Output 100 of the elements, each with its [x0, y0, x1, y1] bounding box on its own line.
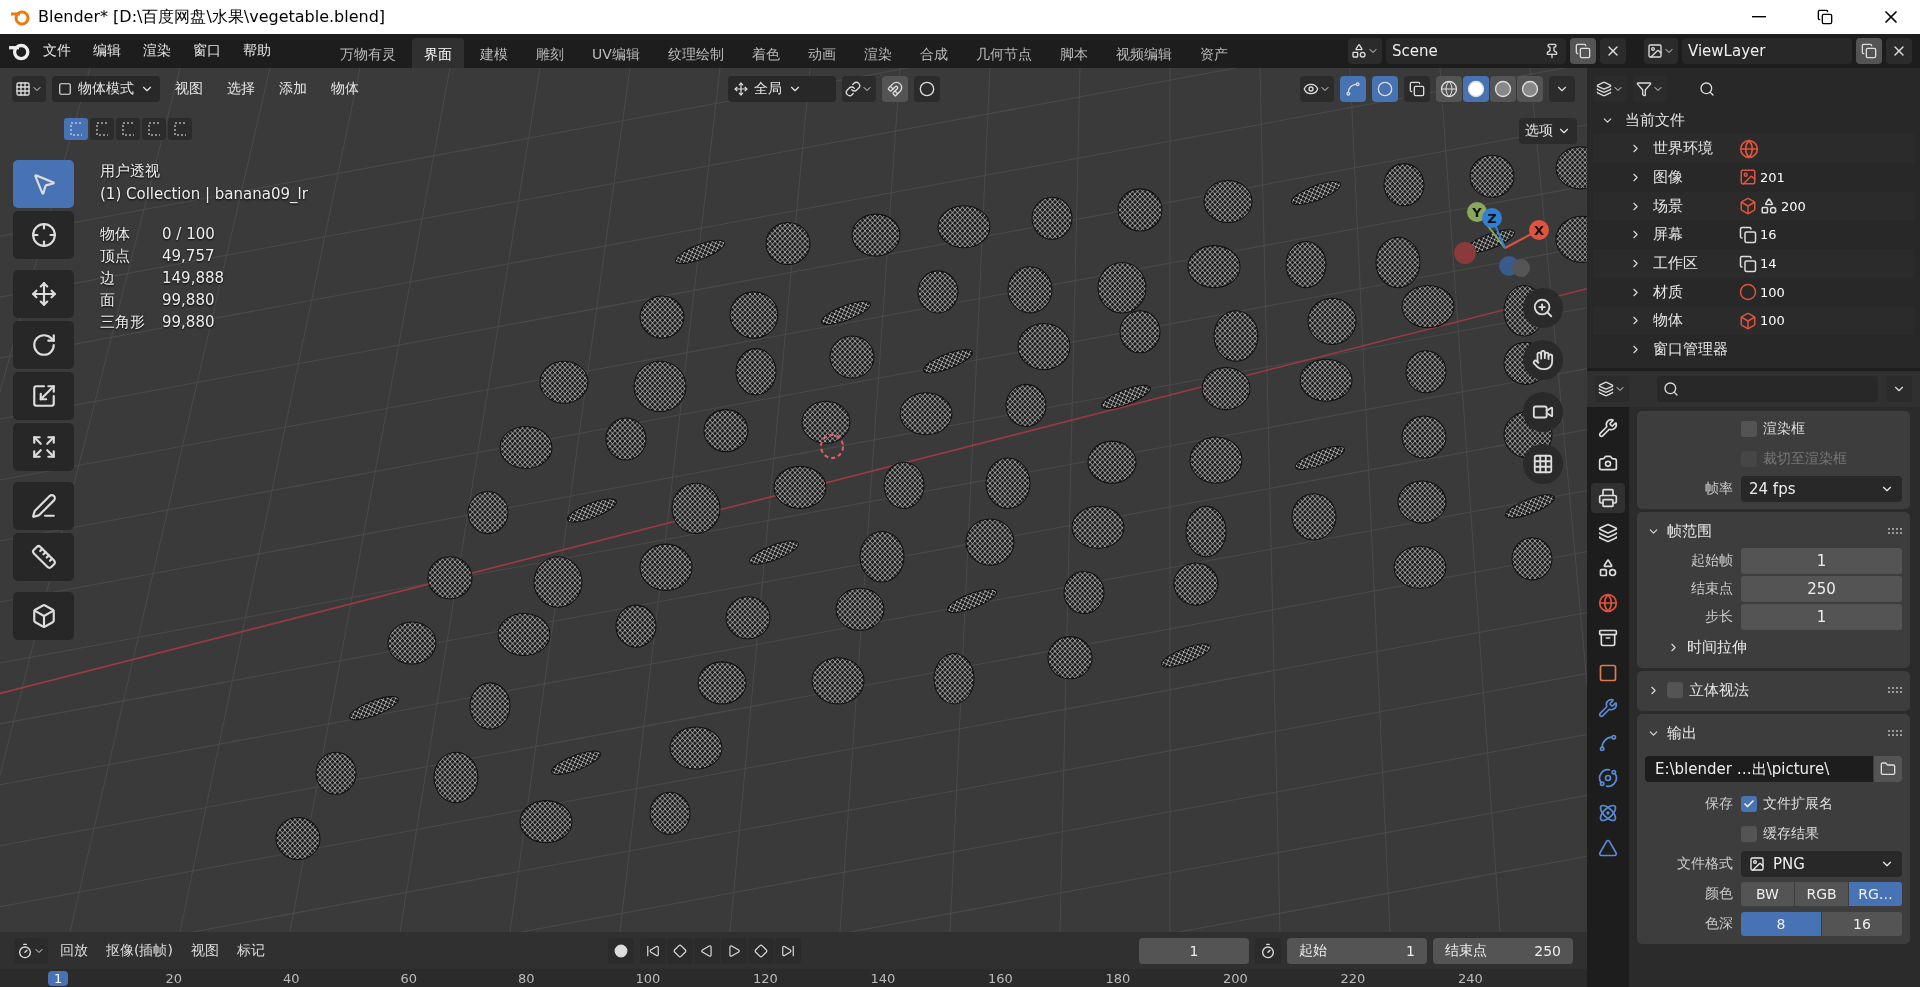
current-frame-field[interactable]: 1 [1139, 937, 1249, 964]
tree-item[interactable]: 工作区 [1653, 254, 1729, 273]
menu-item[interactable]: 文件 [34, 38, 80, 64]
workspace-tab[interactable]: 脚本 [1047, 38, 1100, 68]
menu-item[interactable]: 视图 [166, 76, 212, 102]
tree-item[interactable]: 图像 [1653, 167, 1729, 187]
color-mode-button[interactable]: BW [1741, 882, 1794, 906]
tool-button[interactable] [13, 270, 74, 318]
prev-key-button[interactable] [667, 937, 694, 964]
play-reverse-button[interactable] [694, 937, 721, 964]
shading-button[interactable] [1517, 76, 1543, 102]
subpanel-title[interactable]: 时间拉伸 [1687, 637, 1902, 657]
properties-tab[interactable] [1591, 483, 1625, 513]
workspace-tab[interactable]: 雕刻 [524, 38, 576, 68]
new-view-layer-button[interactable] [1856, 38, 1882, 64]
color-depth-button[interactable]: 8 [1741, 912, 1821, 936]
tree-item[interactable]: 场景 [1653, 196, 1729, 216]
drag-handle-icon[interactable] [1888, 687, 1902, 693]
menu-item[interactable]: 选择 [218, 76, 264, 102]
snap-button[interactable] [882, 76, 908, 102]
camera-view-button[interactable] [1523, 392, 1563, 432]
tree-item[interactable]: 屏幕 [1653, 225, 1729, 245]
workspace-tab[interactable]: 界面 [412, 38, 464, 68]
frame-rate-dropdown[interactable]: 24 fps [1741, 476, 1902, 502]
checkbox[interactable] [1741, 796, 1757, 812]
menu-item[interactable]: 渲染 [134, 38, 180, 64]
workspace-tab[interactable]: UV编辑 [580, 38, 652, 68]
menu-item[interactable]: 帮助 [234, 38, 280, 64]
drag-handle-icon[interactable] [1888, 528, 1902, 534]
orientation-dropdown[interactable]: 全局 [728, 76, 836, 102]
menu-item[interactable]: 编辑 [84, 38, 130, 64]
number-field[interactable]: 1 [1741, 604, 1902, 630]
workspace-tab[interactable]: 渲染 [851, 38, 904, 68]
delete-view-layer-button[interactable] [1886, 38, 1912, 64]
workspace-tab[interactable]: 几何节点 [963, 38, 1044, 68]
select-mode-button[interactable] [90, 118, 114, 140]
editor-type-button[interactable] [1595, 376, 1629, 402]
tool-button[interactable] [13, 211, 74, 259]
menu-item[interactable]: 标记 [230, 941, 271, 960]
workspace-tab[interactable]: 合成 [907, 38, 960, 68]
shading-button[interactable] [1490, 76, 1516, 102]
zoom-button[interactable] [1523, 288, 1563, 328]
tree-item[interactable]: 物体 [1653, 311, 1729, 331]
delete-scene-button[interactable] [1600, 38, 1626, 64]
workspace-tab[interactable]: 着色 [739, 38, 792, 68]
drag-handle-icon[interactable] [1888, 730, 1902, 736]
tree-item[interactable]: 材质 [1653, 282, 1729, 302]
number-field[interactable]: 1 [1741, 548, 1902, 574]
color-depth-button[interactable]: 16 [1822, 912, 1902, 936]
play-button[interactable] [721, 937, 748, 964]
xray-button[interactable] [1404, 76, 1430, 102]
gizmo-button[interactable] [1340, 76, 1366, 102]
select-mode-button[interactable] [168, 118, 192, 140]
mode-dropdown[interactable]: 物体模式 [52, 76, 160, 102]
tool-button[interactable] [13, 533, 74, 581]
shading-button[interactable] [1436, 76, 1462, 102]
editor-type-button[interactable] [12, 76, 46, 102]
color-mode-button[interactable]: RGB [1795, 882, 1848, 906]
editor-type-button[interactable] [14, 937, 48, 964]
workspace-tab[interactable]: 视频编辑 [1103, 38, 1184, 68]
workspace-tab[interactable]: 万物有灵 [328, 38, 408, 68]
overlays-button[interactable] [1372, 76, 1398, 102]
next-key-button[interactable] [748, 937, 775, 964]
visibility-button[interactable] [1300, 76, 1334, 102]
menu-item[interactable]: 抠像(插帧) [100, 941, 179, 960]
scene-selector-button[interactable] [1348, 38, 1382, 64]
select-mode-button[interactable] [142, 118, 166, 140]
workspace-tab[interactable]: 建模 [468, 38, 520, 68]
end-frame-field[interactable]: 结束点 250 [1433, 937, 1573, 964]
shading-dropdown[interactable] [1549, 76, 1575, 102]
number-field[interactable]: 250 [1741, 576, 1902, 602]
jump-end-button[interactable] [775, 937, 802, 964]
pan-button[interactable] [1523, 340, 1563, 380]
file-format-dropdown[interactable]: PNG [1741, 851, 1902, 877]
menu-item[interactable]: 视图 [184, 941, 225, 960]
new-scene-button[interactable] [1570, 38, 1596, 64]
tool-button[interactable] [13, 321, 74, 369]
menu-item[interactable]: 物体 [322, 76, 368, 102]
panel-title[interactable]: 帧范围 [1667, 521, 1882, 541]
shading-button[interactable] [1463, 76, 1489, 102]
view-layer-selector-button[interactable] [1644, 38, 1678, 64]
search-field[interactable] [1657, 376, 1878, 402]
menu-item[interactable]: 窗口 [184, 38, 230, 64]
path-field[interactable]: E:\blender …出\picture\ [1645, 756, 1873, 782]
menu-item[interactable]: 回放 [54, 941, 94, 960]
color-mode-button[interactable]: RG… [1849, 882, 1902, 906]
record-button[interactable] [608, 937, 635, 964]
tool-button[interactable] [13, 482, 74, 530]
scene-field[interactable]: Scene [1386, 38, 1566, 64]
ortho-button[interactable] [1523, 444, 1563, 484]
panel-title[interactable]: 输出 [1667, 723, 1882, 743]
workspace-tab[interactable]: 纹理绘制 [655, 38, 736, 68]
start-frame-field[interactable]: 起始 1 [1287, 937, 1427, 964]
dropdown-button[interactable] [1886, 376, 1912, 402]
jump-start-button[interactable] [640, 937, 667, 964]
pivot-button[interactable] [842, 76, 876, 102]
timer-button[interactable] [1255, 937, 1281, 964]
options-dropdown[interactable]: 选项 [1519, 118, 1577, 144]
folder-button[interactable] [1874, 756, 1902, 782]
tree-item[interactable]: 当前文件 [1625, 110, 1701, 130]
